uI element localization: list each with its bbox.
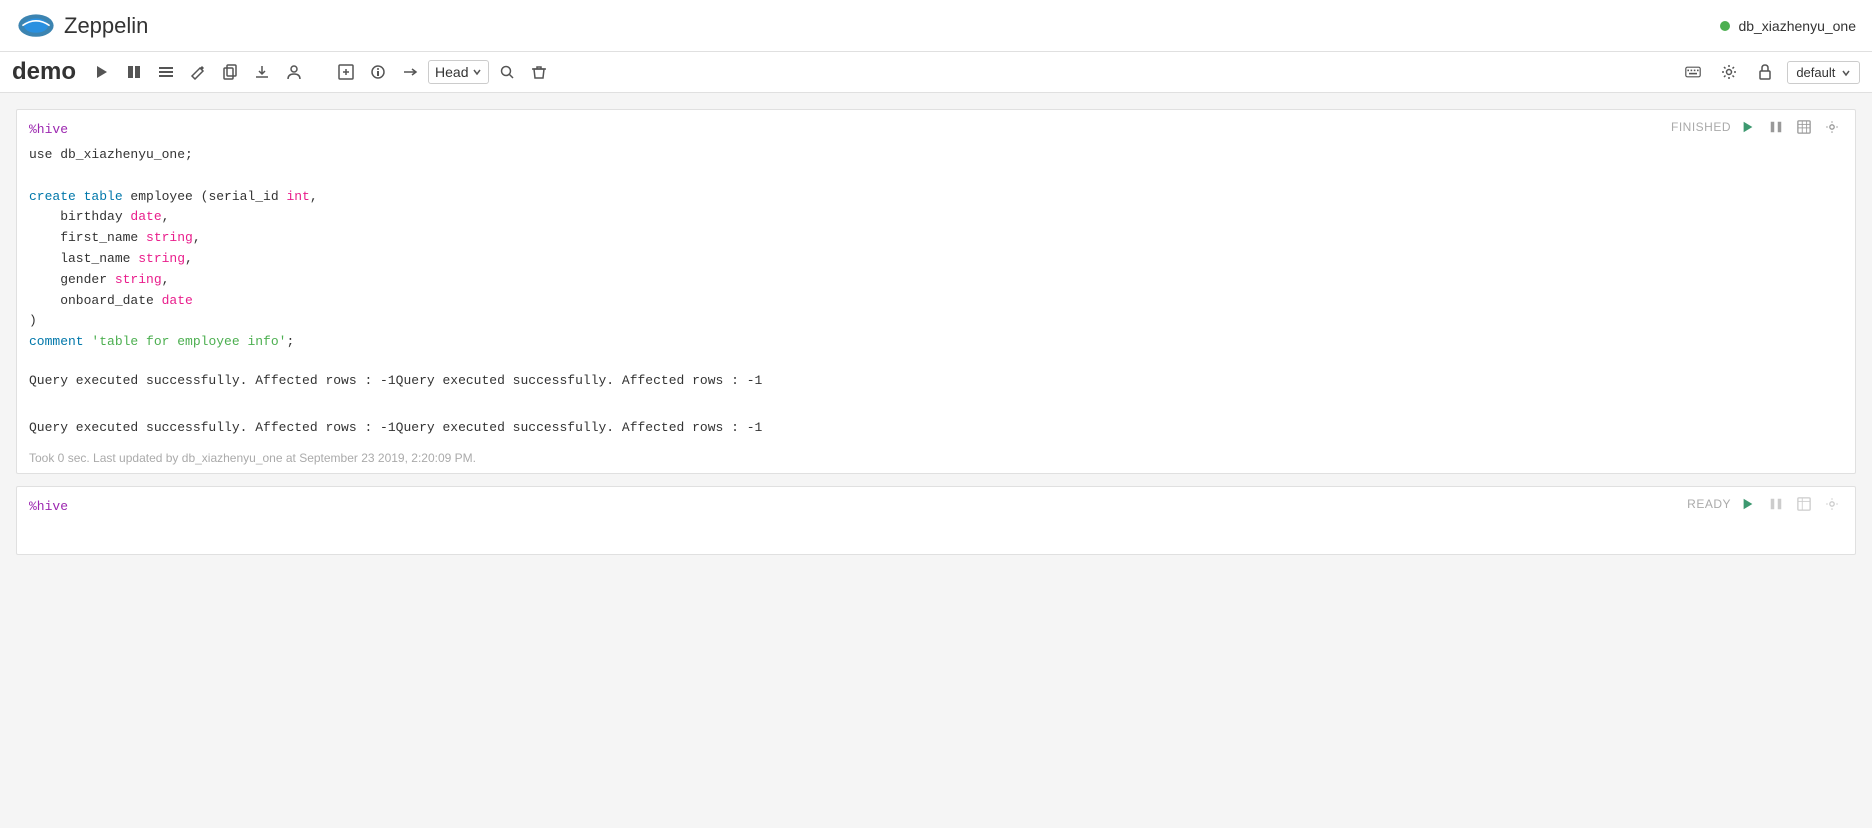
code-line-1: use db_xiazhenyu_one;: [29, 145, 1843, 166]
permissions-button[interactable]: [280, 60, 308, 84]
cell-stop-icon: [1769, 120, 1783, 134]
settings-button[interactable]: [1715, 60, 1743, 84]
cell-1-controls: FINISHED: [1671, 118, 1843, 136]
add-paragraph-button[interactable]: [332, 60, 360, 84]
cell-2-controls: READY: [1687, 495, 1843, 513]
cell-1-run-button[interactable]: [1737, 118, 1759, 136]
download-button[interactable]: [248, 60, 276, 84]
revision-icon: [402, 64, 418, 80]
cell-1: %hive FINISHED: [16, 109, 1856, 474]
cell-2-interpreter: %hive: [29, 495, 68, 514]
cell2-table-icon: [1797, 497, 1811, 511]
note-info-icon: [370, 64, 386, 80]
output-line-blank: [29, 392, 1843, 415]
cell-2-run-button[interactable]: [1737, 495, 1759, 513]
note-title: demo: [12, 58, 76, 86]
cell2-stop-icon: [1769, 497, 1783, 511]
edit-button[interactable]: [184, 60, 212, 84]
cell-1-output: Query executed successfully. Affected ro…: [17, 365, 1855, 447]
cell2-gear-icon: [1825, 497, 1839, 511]
output-line-1: Query executed successfully. Affected ro…: [29, 369, 1843, 392]
cell-table-icon: [1797, 120, 1811, 134]
notebook-body: %hive FINISHED: [0, 93, 1872, 571]
cell-1-status: FINISHED: [1671, 120, 1731, 134]
app-title: Zeppelin: [64, 13, 148, 39]
code-line-blank: [29, 166, 1843, 187]
cell-2-status: READY: [1687, 497, 1731, 511]
search-button[interactable]: [493, 60, 521, 84]
keyboard-shortcut-button[interactable]: [1679, 60, 1707, 84]
toolbar-right-controls: default: [1679, 60, 1860, 84]
cell-2-settings-button[interactable]: [1821, 495, 1843, 513]
cell-1-footer: Took 0 sec. Last updated by db_xiazhenyu…: [17, 447, 1855, 473]
user-status-dot: [1720, 21, 1730, 31]
search-icon: [499, 64, 515, 80]
cell-2-code[interactable]: [17, 514, 1855, 554]
binding-chevron-icon: [1841, 68, 1851, 78]
code-line-4: first_name string,: [29, 228, 1843, 249]
cell-gear-icon: [1825, 120, 1839, 134]
interpreter-binding-button[interactable]: default: [1787, 61, 1860, 84]
revision-button[interactable]: [396, 60, 424, 84]
cell-1-interpreter: %hive: [29, 118, 68, 137]
clone-button[interactable]: [216, 60, 244, 84]
version-label: Head: [435, 64, 468, 80]
topnav-brand: Zeppelin: [16, 12, 148, 40]
keyboard-icon: [1685, 64, 1701, 80]
cell-1-header: %hive FINISHED: [17, 110, 1855, 137]
code-line-7: onboard_date date: [29, 291, 1843, 312]
run-all-button[interactable]: [88, 60, 116, 84]
lock-icon: [1757, 64, 1773, 80]
topnav-right: db_xiazhenyu_one: [1720, 18, 1856, 34]
cell-1-settings-button[interactable]: [1821, 118, 1843, 136]
run-all-icon: [94, 64, 110, 80]
code-line-9: comment 'table for employee info';: [29, 332, 1843, 353]
chevron-down-icon: [472, 67, 482, 77]
stop-icon: [126, 64, 142, 80]
cell-1-stop-button[interactable]: [1765, 118, 1787, 136]
cell-2-table-button[interactable]: [1793, 495, 1815, 513]
cell-1-code[interactable]: use db_xiazhenyu_one; create table emplo…: [17, 137, 1855, 365]
cell-2: %hive READY: [16, 486, 1856, 555]
code-line-5: last_name string,: [29, 249, 1843, 270]
lock-button[interactable]: [1751, 60, 1779, 84]
paragraph-list-button[interactable]: [152, 60, 180, 84]
edit-icon: [190, 64, 206, 80]
cell-1-table-button[interactable]: [1793, 118, 1815, 136]
username-label: db_xiazhenyu_one: [1738, 18, 1856, 34]
note-info-button[interactable]: [364, 60, 392, 84]
clone-icon: [222, 64, 238, 80]
permissions-icon: [286, 64, 302, 80]
code-line-2: create table employee (serial_id int,: [29, 187, 1843, 208]
paragraph-list-icon: [158, 64, 174, 80]
notebook-toolbar: demo: [0, 52, 1872, 93]
zeppelin-logo-icon: [16, 12, 56, 40]
gear-icon: [1721, 64, 1737, 80]
topnav: Zeppelin db_xiazhenyu_one: [0, 0, 1872, 52]
delete-note-button[interactable]: [525, 60, 553, 84]
stop-button[interactable]: [120, 60, 148, 84]
version-dropdown[interactable]: Head: [428, 60, 489, 84]
code-line-3: birthday date,: [29, 207, 1843, 228]
output-line-2: Query executed successfully. Affected ro…: [29, 416, 1843, 439]
add-paragraph-icon: [338, 64, 354, 80]
cell-run-icon: [1741, 120, 1755, 134]
code-line-6: gender string,: [29, 270, 1843, 291]
cell-2-header: %hive READY: [17, 487, 1855, 514]
trash-icon: [531, 64, 547, 80]
code-line-8: ): [29, 311, 1843, 332]
cell2-run-icon: [1741, 497, 1755, 511]
cell-2-stop-button[interactable]: [1765, 495, 1787, 513]
download-icon: [254, 64, 270, 80]
interpreter-binding-label: default: [1796, 65, 1835, 80]
